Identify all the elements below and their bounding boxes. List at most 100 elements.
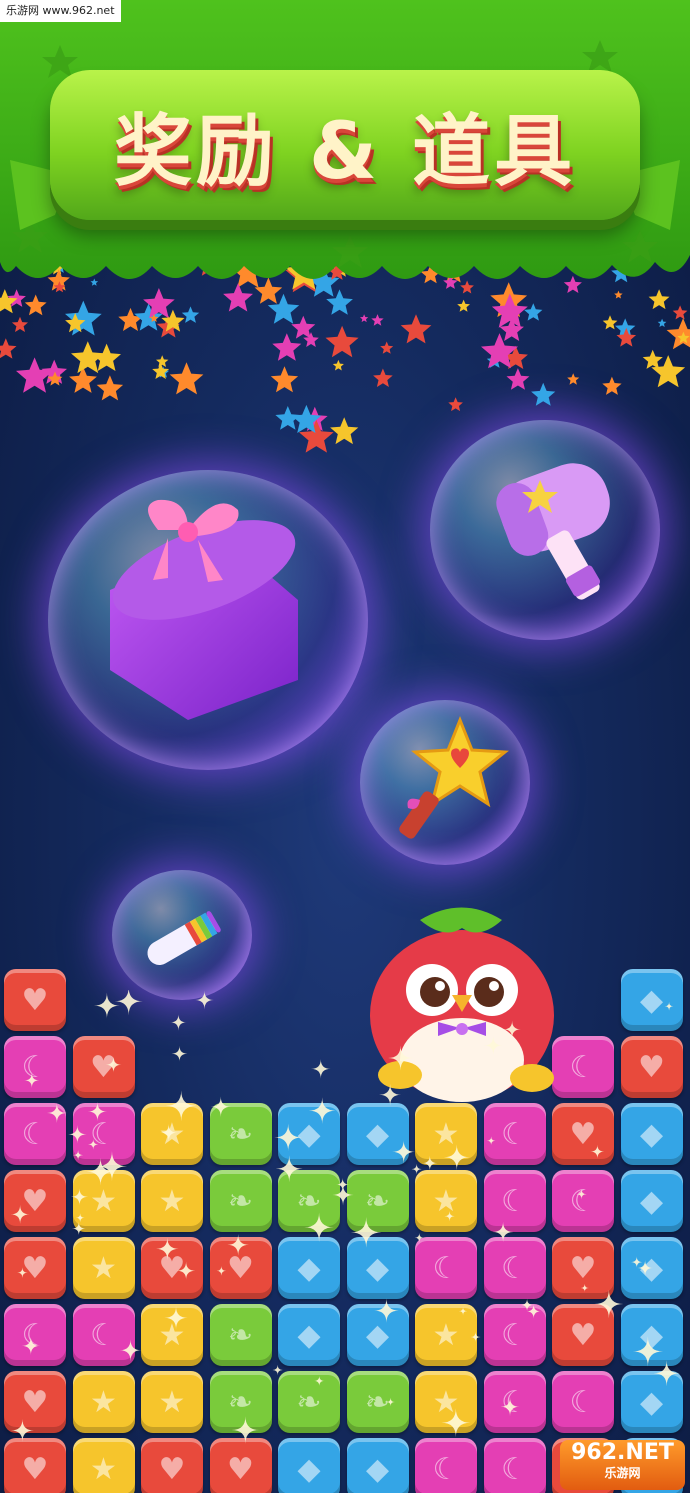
confetti-star-icon <box>373 368 393 387</box>
sparkle-icon <box>414 1233 424 1243</box>
confetti-star-icon <box>118 307 143 331</box>
sparkle-icon <box>10 1419 34 1442</box>
sparkle-icon <box>576 1189 587 1200</box>
confetti-star-icon <box>602 376 622 395</box>
confetti-star-icon <box>506 368 530 390</box>
sparkle-icon <box>272 1364 283 1376</box>
sparkle-icon <box>164 1306 188 1330</box>
sparkle-icon <box>350 1217 382 1248</box>
sparkle-icon <box>580 1283 589 1293</box>
watermark-sub: 乐游网 <box>604 1466 641 1480</box>
sparkle-icon <box>210 1096 232 1118</box>
sparkle-icon <box>379 1083 402 1106</box>
sparkle-icon <box>75 1213 85 1223</box>
confetti-star-icon <box>657 318 667 327</box>
sparkle-icon <box>227 1234 249 1256</box>
confetti-stars <box>0 250 690 453</box>
sparkle-icon <box>68 1125 87 1144</box>
sparkle-icon <box>332 1184 354 1206</box>
sparkle-icon <box>93 992 120 1019</box>
confetti-star-icon <box>275 406 301 430</box>
sparkle-icon <box>458 1307 468 1316</box>
confetti-star-icon <box>360 314 369 323</box>
sparkle-icon <box>664 1001 674 1011</box>
sparkle-icon <box>275 1155 303 1183</box>
confetti-star-icon <box>169 362 204 395</box>
confetti-star-icon <box>96 375 124 401</box>
confetti-star-icon <box>457 299 470 312</box>
sparkle-icon <box>631 1256 643 1268</box>
wand-bubble <box>360 700 530 865</box>
title-plate: 奖励 & 道具 <box>50 70 640 220</box>
sparkle-icon <box>314 1375 325 1387</box>
confetti-star-icon <box>448 397 463 412</box>
watermark-top: 乐游网 www.962.net <box>0 0 121 22</box>
sparkle-icon <box>422 1155 438 1171</box>
sparkle-icon <box>444 1211 455 1222</box>
sparkle-icon <box>388 1045 414 1071</box>
sparkle-icon <box>156 1237 179 1261</box>
sparkle-icon <box>105 1056 122 1073</box>
confetti-star-icon <box>0 338 17 359</box>
sparkle-icon <box>470 1331 481 1342</box>
sparkle-icon <box>503 1020 521 1039</box>
sparkle-icon <box>308 1097 336 1124</box>
sparkle-icon <box>114 990 143 1016</box>
sparkle-icon <box>443 1144 470 1171</box>
watermark-badge: 962.NET 乐游网 <box>560 1440 685 1490</box>
sparkle-icon <box>231 1416 260 1444</box>
sparkle-icon <box>216 1266 227 1276</box>
sparkle-icon <box>10 1204 30 1224</box>
sparkle-icon <box>653 1360 680 1387</box>
sparkle-icon <box>304 1212 334 1242</box>
sparkle-icon <box>71 1221 86 1236</box>
sparkle-icon <box>310 1059 331 1079</box>
confetti-star-icon <box>181 306 200 323</box>
confetti-star-icon <box>602 315 618 330</box>
confetti-star-icon <box>380 341 394 354</box>
sparkle-icon <box>46 1103 67 1123</box>
game-scene: 乐游网 www.962.net 奖励 & 道具 ♥ ◆ ☾ ♥ ☾ ♥ ☾ ☾ … <box>0 0 690 1493</box>
sparkle-icon <box>87 1101 108 1122</box>
sparkle-icon <box>24 1072 40 1088</box>
sparkle-icon <box>170 1014 187 1031</box>
sparkle-icon <box>411 1164 422 1175</box>
sparkle-icon <box>594 1289 624 1319</box>
confetti-star-icon <box>332 359 344 371</box>
sparkle-icon <box>119 1339 142 1362</box>
sparkle-icon <box>160 1124 178 1142</box>
sparkle-icon <box>520 1298 534 1312</box>
sparkle-icon <box>590 1144 605 1159</box>
confetti-star-icon <box>371 314 384 326</box>
sparkle-effects <box>10 990 680 1444</box>
confetti-star-icon <box>325 325 359 358</box>
sparkle-icon <box>165 1090 197 1122</box>
confetti-star-icon <box>156 355 169 367</box>
confetti-star-icon <box>11 316 28 332</box>
page-title: 奖励 & 道具 <box>113 107 577 197</box>
sparkle-icon <box>492 1221 514 1243</box>
confetti-star-icon <box>330 417 359 445</box>
sparkle-icon <box>486 1136 496 1146</box>
sparkle-icon <box>70 1188 89 1206</box>
confetti-star-icon <box>567 373 580 385</box>
confetti-star-icon <box>69 366 97 393</box>
sparkle-icon <box>195 990 214 1010</box>
sparkle-icon <box>21 1336 41 1356</box>
sparkle-icon <box>392 1140 416 1164</box>
confetti-star-icon <box>672 305 688 320</box>
sparkle-icon <box>386 1397 395 1407</box>
sparkle-icon <box>171 1045 188 1062</box>
confetti-star-icon <box>531 382 556 406</box>
watermark-brand: 962.NET <box>571 1440 674 1465</box>
confetti-star-icon <box>270 366 299 393</box>
confetti-star-icon <box>616 327 637 347</box>
banner: 奖励 & 道具 <box>0 0 690 290</box>
sparkle-icon <box>441 1408 471 1438</box>
sparkle-icon <box>274 1123 302 1152</box>
sparkle-icon <box>88 1139 99 1150</box>
confetti-star-icon <box>642 349 663 369</box>
sparkle-icon <box>483 1035 503 1055</box>
sparkle-icon <box>374 1298 399 1323</box>
confetti-star-icon <box>16 357 54 393</box>
